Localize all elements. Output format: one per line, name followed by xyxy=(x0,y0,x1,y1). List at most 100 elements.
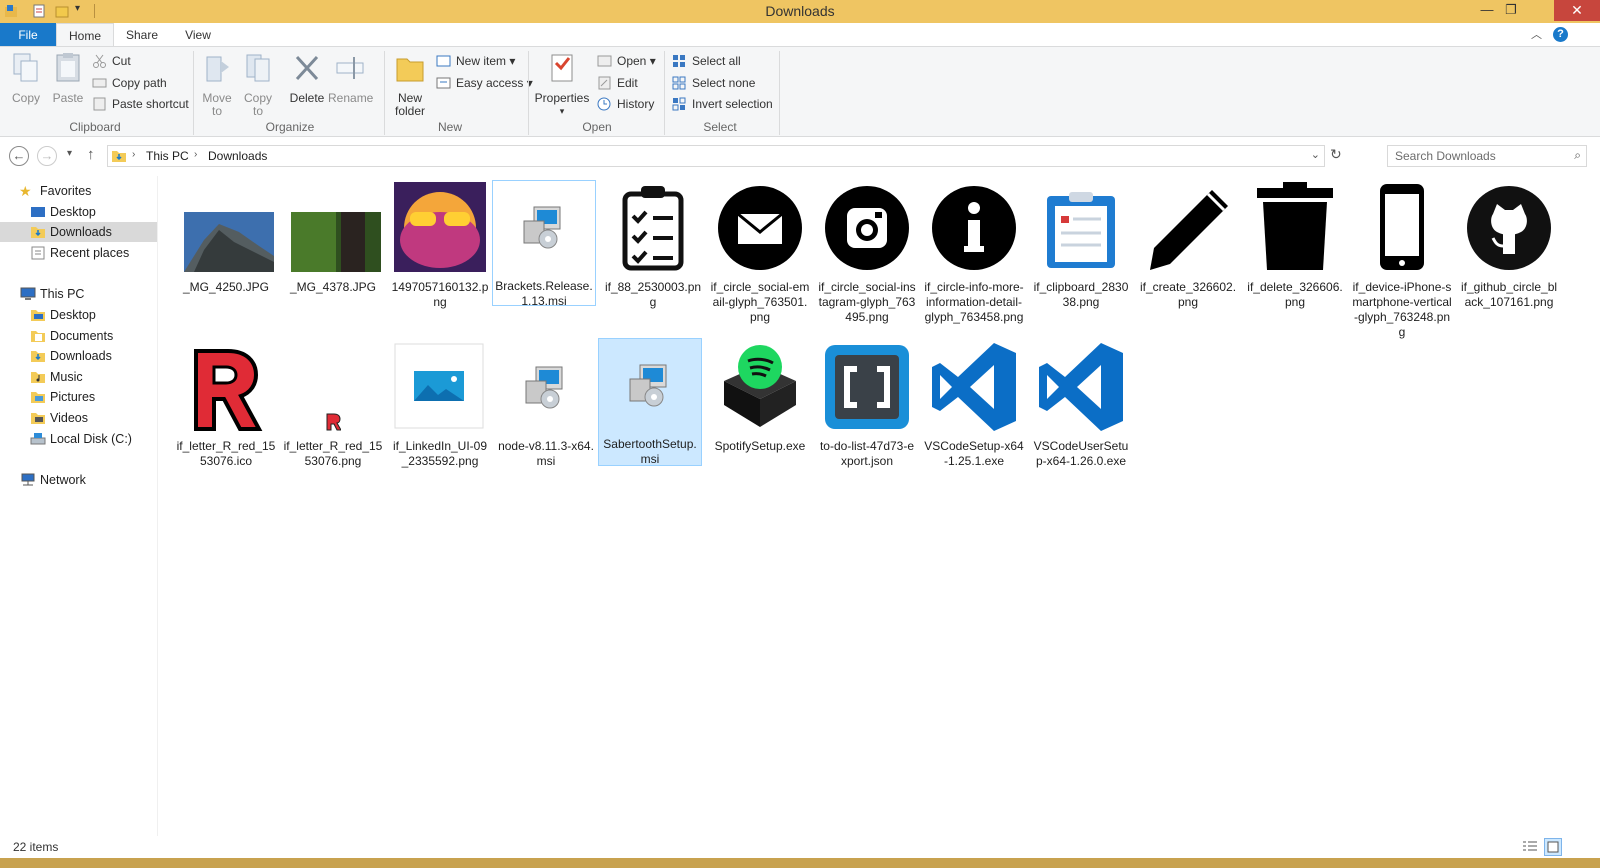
edit-button[interactable]: Edit xyxy=(597,74,638,92)
nav-fav-desktop[interactable]: Desktop xyxy=(0,202,157,222)
collapse-ribbon-icon[interactable]: ︿ xyxy=(1531,26,1542,42)
nav-pc-downloads[interactable]: Downloads xyxy=(0,346,157,366)
rename-button[interactable]: Rename xyxy=(328,51,373,105)
folder-icon xyxy=(31,310,45,321)
paste-icon xyxy=(56,53,80,82)
vscode-icon xyxy=(1039,343,1123,431)
history-button[interactable]: History xyxy=(597,95,654,113)
nav-pc-pictures[interactable]: Pictures xyxy=(0,387,157,407)
nav-label: Videos xyxy=(50,411,88,425)
nav-pc-videos[interactable]: Videos xyxy=(0,408,157,428)
file-name: if_delete_326606.png xyxy=(1247,280,1343,309)
search-placeholder: Search Downloads xyxy=(1395,149,1496,163)
address-toolbar: ← → ▾ ↑ › This PC › Downloads ⌄ ↻ Search… xyxy=(0,140,1600,170)
file-name: if_88_2530003.png xyxy=(604,280,702,309)
copy-button[interactable]: Copy xyxy=(6,51,46,105)
file-name: if_LinkedIn_UI-09_2335592.png xyxy=(392,439,488,468)
file-item[interactable]: VSCodeUserSetup-x64-1.26.0.exe xyxy=(1029,341,1133,469)
nav-pc-documents[interactable]: Documents xyxy=(0,326,157,346)
downloads-folder-icon xyxy=(31,351,45,362)
file-item[interactable]: if_clipboard_283038.png xyxy=(1029,182,1133,310)
ribbon-divider xyxy=(193,51,194,135)
breadcrumb-downloads[interactable]: Downloads xyxy=(208,149,267,163)
large-icons-view-icon[interactable] xyxy=(1544,838,1562,856)
file-item[interactable]: if_LinkedIn_UI-09_2335592.png xyxy=(388,341,492,469)
file-item[interactable]: if_circle_social-email-glyph_763501.png xyxy=(708,182,812,325)
copy-path-button[interactable]: Copy path xyxy=(92,74,167,92)
invert-selection-button[interactable]: Invert selection xyxy=(672,95,773,113)
file-item[interactable]: SpotifySetup.exe xyxy=(708,341,812,454)
downloads-folder-icon xyxy=(112,151,126,162)
file-item[interactable]: if_circle_social-instagram-glyph_763495.… xyxy=(815,182,919,325)
back-button[interactable]: ← xyxy=(9,146,29,166)
open-button[interactable]: Open ▾ xyxy=(597,52,656,70)
file-item[interactable]: if_letter_R_red_1553076.ico xyxy=(174,341,278,469)
nav-favorites-label: Favorites xyxy=(40,184,92,198)
nav-fav-recent-places[interactable]: Recent places xyxy=(0,243,157,263)
file-item[interactable]: if_device-iPhone-smartphone-vertical-gly… xyxy=(1350,182,1454,340)
close-button[interactable]: ✕ xyxy=(1554,0,1600,21)
easy-access-button[interactable]: Easy access ▾ xyxy=(436,74,533,92)
nav-fav-downloads[interactable]: Downloads xyxy=(0,222,157,242)
nav-favorites[interactable]: ★ Favorites xyxy=(0,181,157,201)
address-bar[interactable]: › This PC › Downloads ⌄ xyxy=(107,145,1325,167)
file-item[interactable]: if_letter_R_red_1553076.png xyxy=(281,341,385,469)
photo-tree-icon xyxy=(291,212,381,272)
file-name: _MG_4250.JPG xyxy=(182,280,270,294)
file-item[interactable]: if_github_circle_black_107161.png xyxy=(1457,182,1561,310)
nav-pc-desktop[interactable]: Desktop xyxy=(0,305,157,325)
new-item-button[interactable]: New item ▾ xyxy=(436,52,515,70)
file-name: if_github_circle_black_107161.png xyxy=(1460,280,1558,309)
paste-button[interactable]: Paste xyxy=(47,51,89,105)
help-icon[interactable]: ? xyxy=(1553,27,1568,42)
nav-network[interactable]: Network xyxy=(0,470,157,490)
forward-button[interactable]: → xyxy=(37,146,57,166)
new-folder-button[interactable]: New folder xyxy=(390,51,430,118)
ribbon-divider xyxy=(779,51,780,135)
file-item[interactable]: Brackets.Release.1.13.msi xyxy=(492,180,596,308)
tab-file[interactable]: File xyxy=(0,23,56,47)
file-item[interactable]: _MG_4378.JPG xyxy=(281,182,385,295)
file-item[interactable]: if_delete_326606.png xyxy=(1243,182,1347,310)
file-item[interactable]: node-v8.11.3-x64.msi xyxy=(494,341,598,469)
file-item[interactable]: VSCodeSetup-x64-1.25.1.exe xyxy=(922,341,1026,469)
paste-shortcut-button[interactable]: Paste shortcut xyxy=(92,95,189,113)
file-item-selected[interactable]: SabertoothSetup.msi xyxy=(598,338,702,466)
nav-pc-local-disk[interactable]: Local Disk (C:) xyxy=(0,429,157,449)
nav-label: Downloads xyxy=(50,225,112,239)
recent-locations-icon[interactable]: ▾ xyxy=(67,148,72,159)
nav-label: Desktop xyxy=(50,205,96,219)
new-folder-label: New folder xyxy=(394,91,426,118)
nav-this-pc[interactable]: This PC xyxy=(0,284,157,304)
tab-view[interactable]: View xyxy=(172,23,224,47)
search-input[interactable]: Search Downloads ⌕ xyxy=(1387,145,1587,167)
file-item[interactable]: if_circle-info-more-information-detail-g… xyxy=(922,182,1026,325)
up-button[interactable]: ↑ xyxy=(87,146,95,163)
address-dropdown-icon[interactable]: ⌄ xyxy=(1311,148,1320,161)
copy-to-button[interactable]: Copy to xyxy=(239,51,277,118)
cut-button[interactable]: Cut xyxy=(92,52,131,70)
refresh-icon[interactable]: ↻ xyxy=(1330,146,1342,163)
delete-button[interactable]: Delete xyxy=(287,51,327,105)
details-view-icon[interactable] xyxy=(1522,840,1538,854)
breadcrumb-this-pc[interactable]: This PC xyxy=(146,149,189,163)
file-item[interactable]: if_88_2530003.png xyxy=(601,182,705,310)
file-item[interactable]: _MG_4250.JPG xyxy=(174,182,278,295)
ribbon-tabs: File Home Share View ︿ ? xyxy=(0,23,1600,47)
select-all-button[interactable]: Select all xyxy=(672,52,741,70)
invert-selection-icon xyxy=(672,97,686,111)
select-none-button[interactable]: Select none xyxy=(672,74,755,92)
tab-share[interactable]: Share xyxy=(117,23,167,47)
file-item[interactable]: 1497057160132.png xyxy=(388,182,492,310)
minimize-button[interactable]: — xyxy=(1474,0,1500,21)
nav-label: Music xyxy=(50,370,83,384)
brackets-logo-icon xyxy=(825,345,909,429)
file-item[interactable]: to-do-list-47d73-export.json xyxy=(815,341,919,469)
properties-button[interactable]: Properties ▾ xyxy=(534,51,590,118)
maximize-button[interactable]: ❐ xyxy=(1498,0,1524,21)
nav-pc-music[interactable]: Music xyxy=(0,367,157,387)
file-item[interactable]: if_create_326602.png xyxy=(1136,182,1240,310)
move-to-button[interactable]: Move to xyxy=(198,51,236,118)
nav-label: Documents xyxy=(50,329,114,343)
tab-home[interactable]: Home xyxy=(56,23,114,47)
